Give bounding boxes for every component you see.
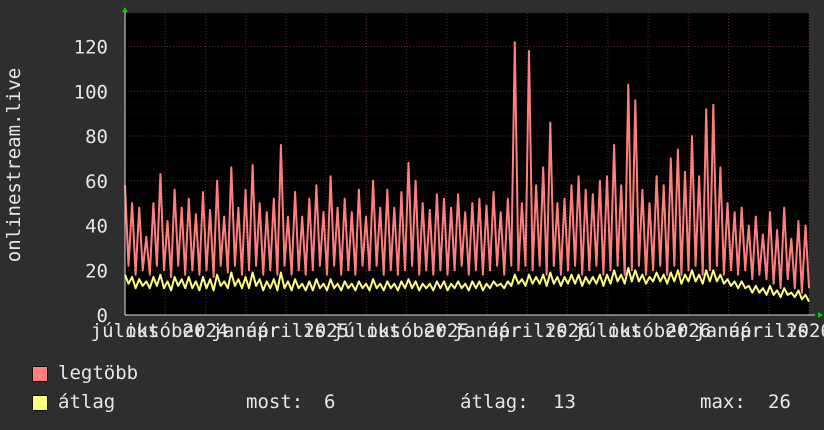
stat-max-value: 26 [768,391,791,413]
y-tick-label: 60 [85,171,108,193]
x-tick-labels: júliusoktóber2024januáráprilis2025július… [91,320,824,342]
legend-swatch-max [32,366,48,382]
stat-max-label: max: [700,391,746,413]
y-axis-arrow-icon [122,7,128,12]
y-tick-label: 120 [74,37,108,59]
y-axis-label: onlinestream.live [3,68,25,262]
chart-svg: 020406080100120 júliusoktóber2024januárá… [3,7,824,342]
x-axis-arrow-icon [818,312,823,318]
legend-label-avg: átlag [58,391,116,413]
stat-avg-value: 13 [553,391,576,413]
chart-root: 0 20 40 60 80 100 120 július október 2024 január á… [0,0,824,430]
y-tick-label: 40 [85,216,108,238]
stat-now-label: most: [246,391,304,413]
y-tick-label: 80 [85,126,108,148]
stat-now-value: 6 [324,391,336,413]
legend-label-max: legtöbb [58,362,139,384]
stat-avg-label: átlag: [460,391,529,413]
y-tick-label: 100 [74,81,108,103]
x-tick-label: 2026 [786,320,824,342]
legend-swatch-avg [32,395,48,411]
y-tick-labels: 020406080100120 [74,37,108,327]
y-tick-label: 20 [85,260,108,282]
